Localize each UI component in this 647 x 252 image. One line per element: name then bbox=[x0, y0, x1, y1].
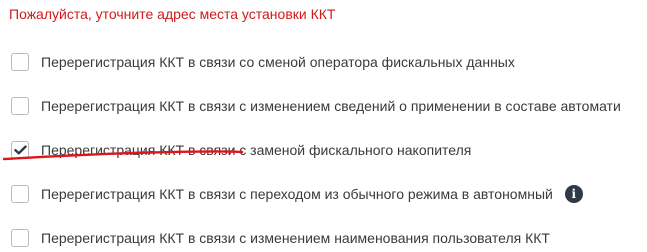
option-label: Перерегистрация ККТ в связи с изменением… bbox=[41, 98, 621, 114]
checkbox[interactable] bbox=[11, 97, 29, 115]
checkmark-icon bbox=[13, 145, 27, 155]
option-autonomous-mode[interactable]: Перерегистрация ККТ в связи с переходом … bbox=[11, 172, 647, 216]
option-label: Перерегистрация ККТ в связи с переходом … bbox=[41, 186, 553, 202]
option-label: Перерегистрация ККТ в связи с заменой фи… bbox=[41, 142, 472, 158]
checkbox[interactable] bbox=[11, 229, 29, 247]
kkt-reregistration-form: Пожалуйста, уточните адрес места установ… bbox=[0, 0, 647, 252]
checkbox[interactable] bbox=[11, 53, 29, 71]
option-fiscal-drive-replacement[interactable]: Перерегистрация ККТ в связи с заменой фи… bbox=[11, 128, 647, 172]
checkbox[interactable] bbox=[11, 185, 29, 203]
option-label: Перерегистрация ККТ в связи со сменой оп… bbox=[41, 54, 515, 70]
option-user-name-change[interactable]: Перерегистрация ККТ в связи с изменением… bbox=[11, 216, 647, 252]
option-usage-info-change[interactable]: Перерегистрация ККТ в связи с изменением… bbox=[11, 84, 647, 128]
reregistration-reason-list: Перерегистрация ККТ в связи со сменой оп… bbox=[11, 40, 647, 252]
address-warning-message: Пожалуйста, уточните адрес места установ… bbox=[9, 6, 336, 22]
checkbox[interactable] bbox=[11, 141, 29, 159]
option-label: Перерегистрация ККТ в связи с изменением… bbox=[41, 230, 550, 246]
info-icon[interactable]: i bbox=[564, 185, 583, 203]
option-operator-change[interactable]: Перерегистрация ККТ в связи со сменой оп… bbox=[11, 40, 647, 84]
